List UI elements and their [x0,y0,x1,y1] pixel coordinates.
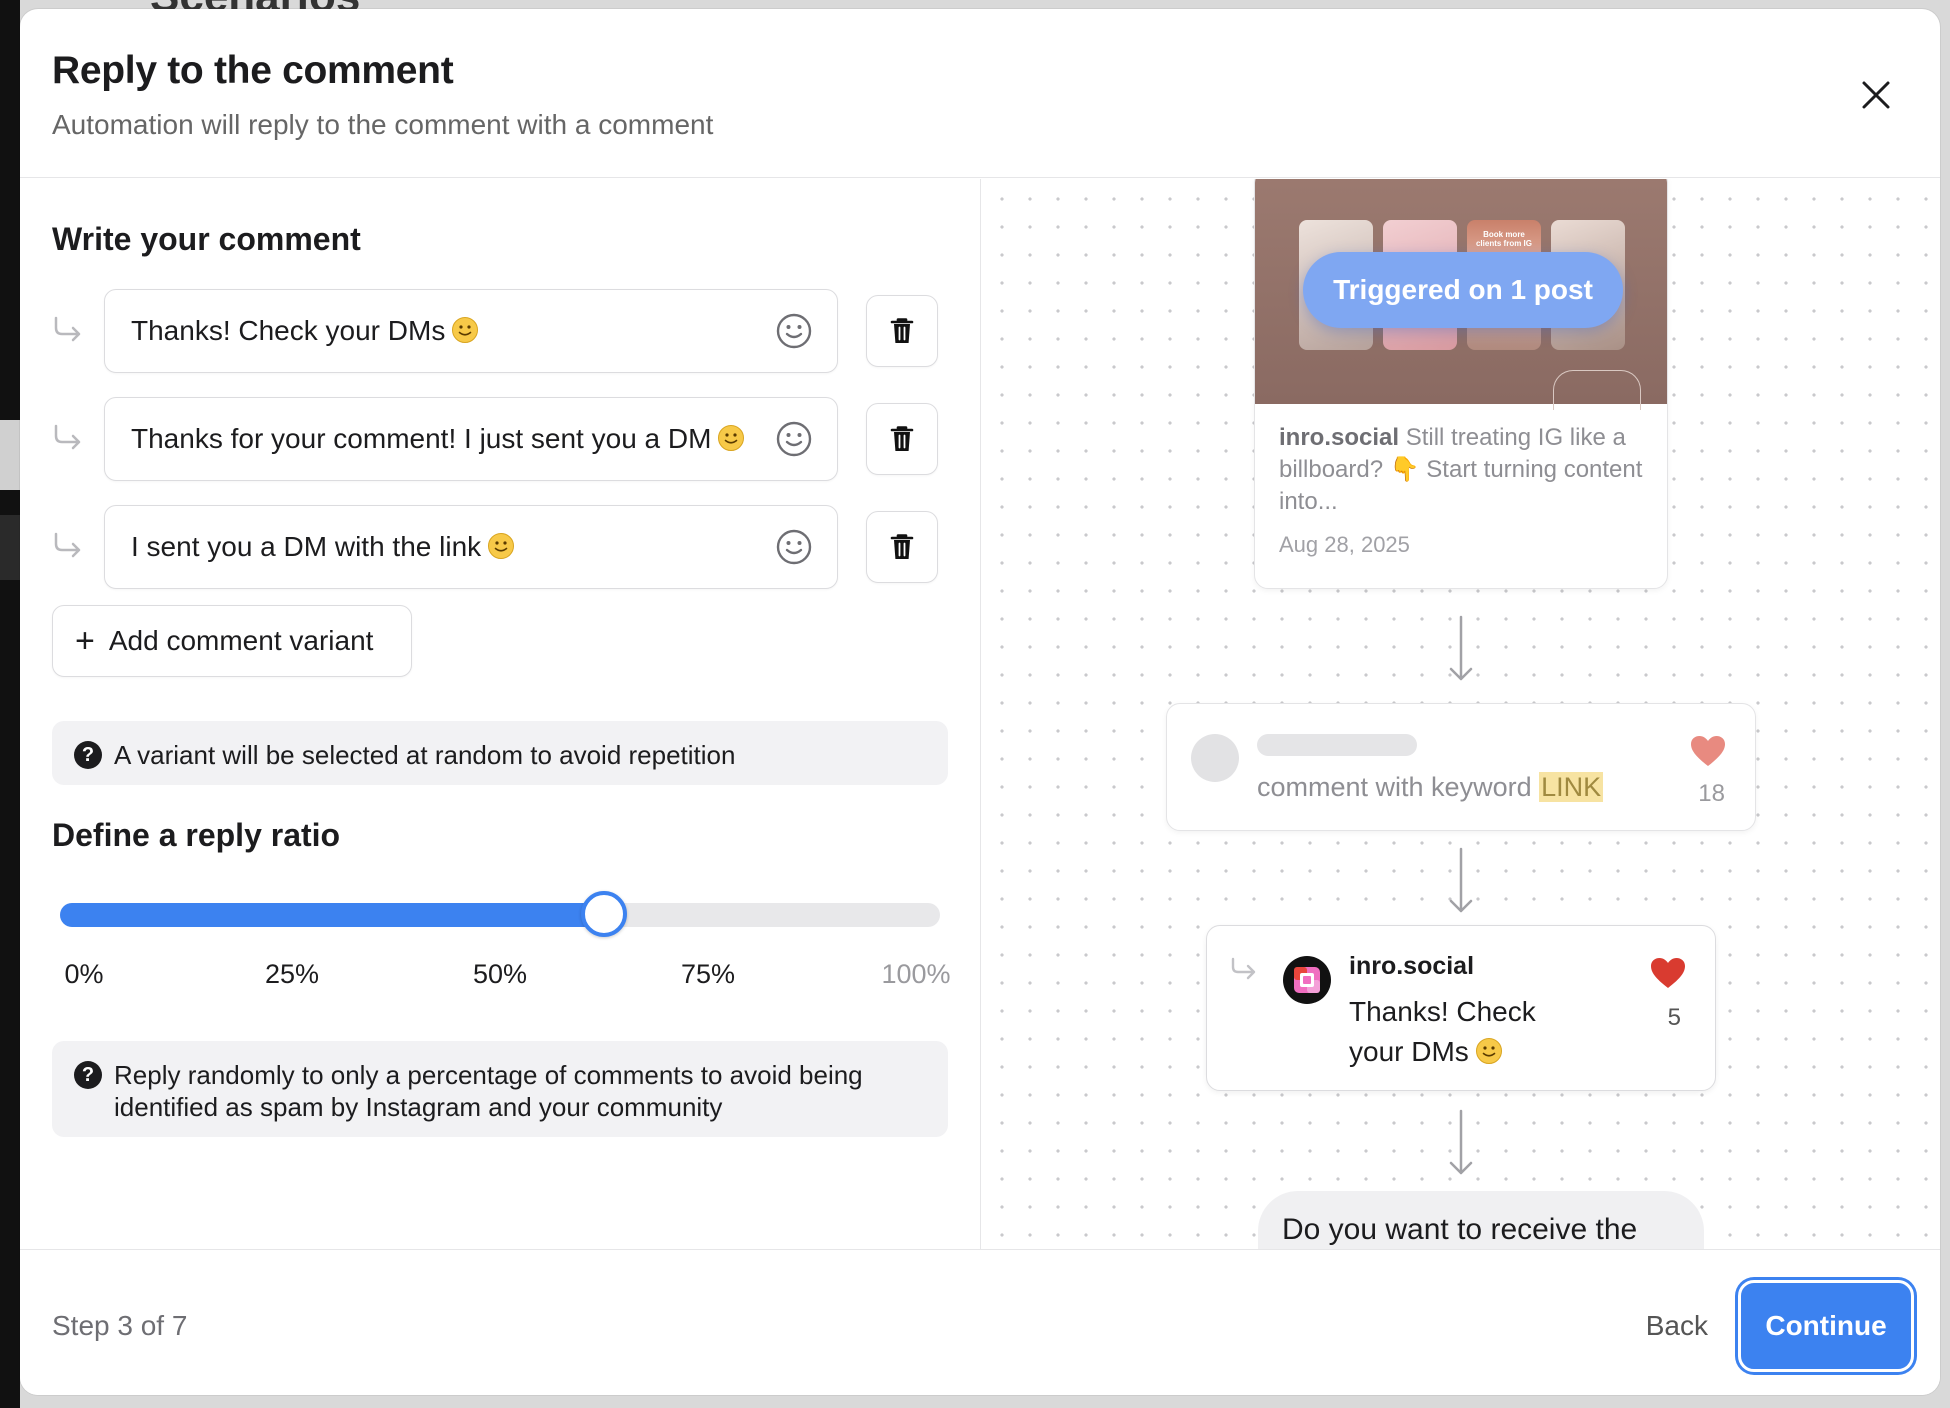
post-caption: inro.social Still treating IG like a bil… [1279,424,1643,515]
variant-info-text: A variant will be selected at random to … [114,740,736,770]
reply-preview-card: inro.social Thanks! Check your DMs 5 [1206,925,1716,1091]
reply-author: inro.social [1349,952,1475,980]
add-comment-variant-label: Add comment variant [108,625,374,656]
comment-variant-text: Thanks for your comment! I just sent you… [131,423,745,455]
reply-arrow-icon [54,316,81,342]
trigger-comment-text: comment with keyword LINK [1257,772,1604,802]
ratio-info-text: Reply randomly to only a percentage of c… [114,1060,863,1122]
ratio-info-box: ? Reply randomly to only a percentage of… [52,1041,948,1137]
delete-variant-button[interactable] [866,295,938,367]
automation-preview-panel: Book more clients from IG Triggered on 1… [982,179,1940,1259]
heart-icon [1691,736,1725,766]
ratio-tick-50: 50% [472,959,528,989]
delete-variant-button[interactable] [866,511,938,583]
ratio-tick-25: 25% [264,959,320,989]
continue-button[interactable]: Continue [1738,1280,1914,1372]
trash-icon [890,534,914,559]
smiley-emoji-icon [452,317,479,343]
plus-icon: + [75,622,95,660]
brand-avatar [1283,956,1331,1004]
comment-variant-text: I sent you a DM with the link [131,531,515,563]
like-count: 18 [1698,780,1725,807]
comment-editor-panel: Write your comment Thanks! Check your DM… [20,179,981,1259]
ratio-tick-75: 75% [680,959,736,989]
trigger-comment-card: comment with keyword LINK 18 [1166,703,1756,831]
emoji-picker-icon[interactable] [775,312,813,350]
swipe-arrow-icon [1553,370,1641,410]
smiley-emoji-icon [718,425,745,451]
like-count: 5 [1667,1004,1681,1031]
comment-variant-row: Thanks! Check your DMs [52,289,952,373]
smiley-emoji-icon [1475,1038,1502,1064]
reply-text: Thanks! Check your DMs [1349,996,1536,1067]
avatar [1191,734,1239,782]
variant-info-box: ? A variant will be selected at random t… [52,721,948,785]
help-icon: ? [74,741,102,769]
slider-thumb[interactable] [581,891,628,937]
help-icon: ? [74,1061,102,1089]
comment-variant-input[interactable]: I sent you a DM with the link [104,505,838,589]
step-indicator: Step 3 of 7 [52,1310,188,1341]
post-date: Aug 28, 2025 [1279,532,1410,557]
reply-arrow-icon [54,424,81,450]
modal-footer: Step 3 of 7 Back Continue [20,1249,1940,1395]
close-button[interactable] [1852,71,1900,119]
smiley-emoji-icon [488,533,515,559]
reply-arrow-icon [54,532,81,558]
ratio-tick-100: 100% [881,959,951,989]
post-thumbnail: Book more clients from IG Triggered on 1… [1255,179,1667,410]
flow-arrow-icon [1449,615,1473,681]
heart-icon [1651,958,1685,988]
ratio-tick-0: 0% [64,959,104,989]
close-icon [1862,81,1890,109]
comment-variant-text: Thanks! Check your DMs [131,315,479,347]
modal-header: Reply to the comment Automation will rep… [20,9,1940,178]
flow-arrow-icon [1449,1109,1473,1175]
write-comment-title: Write your comment [52,221,361,257]
modal-subtitle: Automation will reply to the comment wit… [52,109,714,140]
triggered-badge: Triggered on 1 post [1303,252,1623,328]
dm-message-text: Do you want to receive the [1282,1213,1638,1246]
reply-arrow-icon [1231,957,1256,980]
delete-variant-button[interactable] [866,403,938,475]
modal-title: Reply to the comment [52,49,454,92]
comment-variant-row: Thanks for your comment! I just sent you… [52,397,952,481]
add-comment-variant-button[interactable]: + Add comment variant [52,605,412,677]
inro-logo-icon [1294,967,1320,993]
post-card: Book more clients from IG Triggered on 1… [1254,179,1668,589]
flow-arrow-icon [1449,847,1473,913]
emoji-picker-icon[interactable] [775,528,813,566]
username-placeholder [1257,734,1417,756]
reply-comment-modal: Reply to the comment Automation will rep… [20,9,1940,1395]
background-sidebar [0,0,20,1408]
back-button[interactable]: Back [1646,1310,1708,1342]
emoji-picker-icon[interactable] [775,420,813,458]
reply-ratio-title: Define a reply ratio [52,817,341,853]
reply-ratio-slider[interactable] [60,885,940,945]
comment-variant-row: I sent you a DM with the link [52,505,952,589]
keyword-highlight: LINK [1539,772,1604,802]
post-image-caption: Book more clients from IG [1475,230,1532,248]
comment-variant-input[interactable]: Thanks! Check your DMs [104,289,838,373]
trash-icon [890,426,914,451]
slider-fill [60,903,605,927]
trash-icon [890,318,914,343]
comment-variant-input[interactable]: Thanks for your comment! I just sent you… [104,397,838,481]
